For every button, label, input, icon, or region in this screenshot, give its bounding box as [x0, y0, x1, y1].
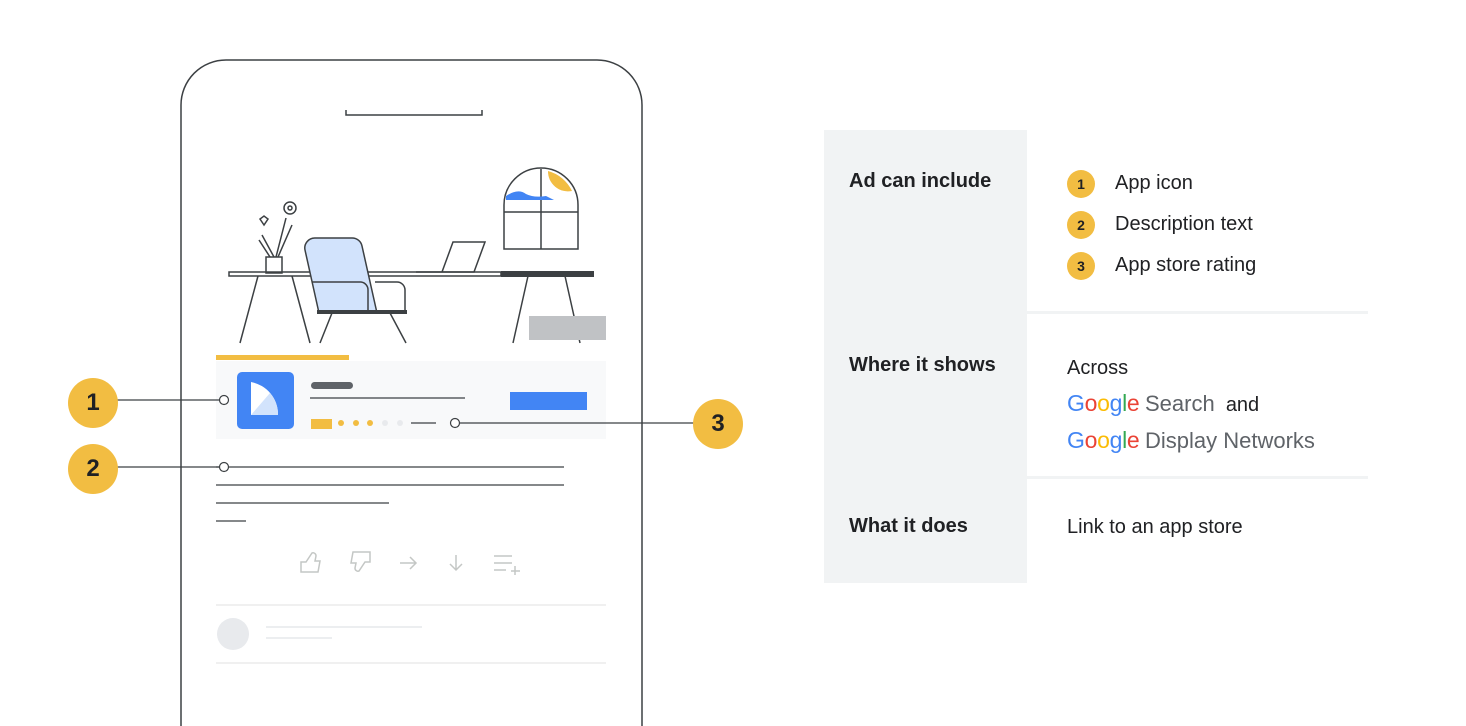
item-text: App store rating	[1115, 254, 1257, 276]
item-text: Description text	[1115, 213, 1253, 235]
avatar	[217, 618, 249, 650]
google-logo: Google	[1067, 390, 1140, 416]
number-badge: 1	[1067, 169, 1095, 198]
list-item: 1 App icon	[1067, 163, 1368, 204]
google-logo: Google	[1067, 427, 1140, 453]
number-badge: 2	[1067, 210, 1095, 239]
number-badge: 3	[1067, 251, 1095, 280]
row-label: What it does	[824, 479, 1027, 583]
item-text: App icon	[1115, 172, 1193, 194]
list-item: 3 App store rating	[1067, 245, 1368, 286]
row-label: Where it shows	[824, 314, 1027, 476]
phone-notch	[345, 110, 483, 116]
gray-block	[529, 316, 606, 340]
row-ad-can-include: Ad can include 1 App icon 2 Description te…	[824, 130, 1368, 314]
display-network: Display Networks	[1144, 428, 1315, 453]
laptop-icon	[416, 241, 487, 273]
across-text: Across	[1067, 357, 1129, 379]
callout-2: 2	[68, 444, 118, 494]
callout-1: 1	[68, 378, 118, 428]
row-where-it-shows: Where it shows Across Google Search and …	[824, 314, 1368, 479]
plant-pot	[265, 256, 283, 274]
callout-3: 3	[693, 399, 743, 449]
row-what-it-does: What it does Link to an app store	[824, 479, 1368, 583]
search-network: Search	[1144, 391, 1215, 416]
ad-progress-bar	[216, 355, 349, 360]
and-text: and	[1225, 394, 1260, 416]
info-table: Ad can include 1 App icon 2 Description te…	[824, 130, 1368, 583]
action-icons	[300, 551, 520, 575]
row-label: Ad can include	[824, 130, 1027, 311]
what-it-does-text: Link to an app store	[1067, 516, 1243, 538]
install-button	[510, 392, 587, 410]
list-item: 2 Description text	[1067, 204, 1368, 245]
phone-illustration	[117, 59, 695, 726]
window-frame	[503, 167, 579, 250]
